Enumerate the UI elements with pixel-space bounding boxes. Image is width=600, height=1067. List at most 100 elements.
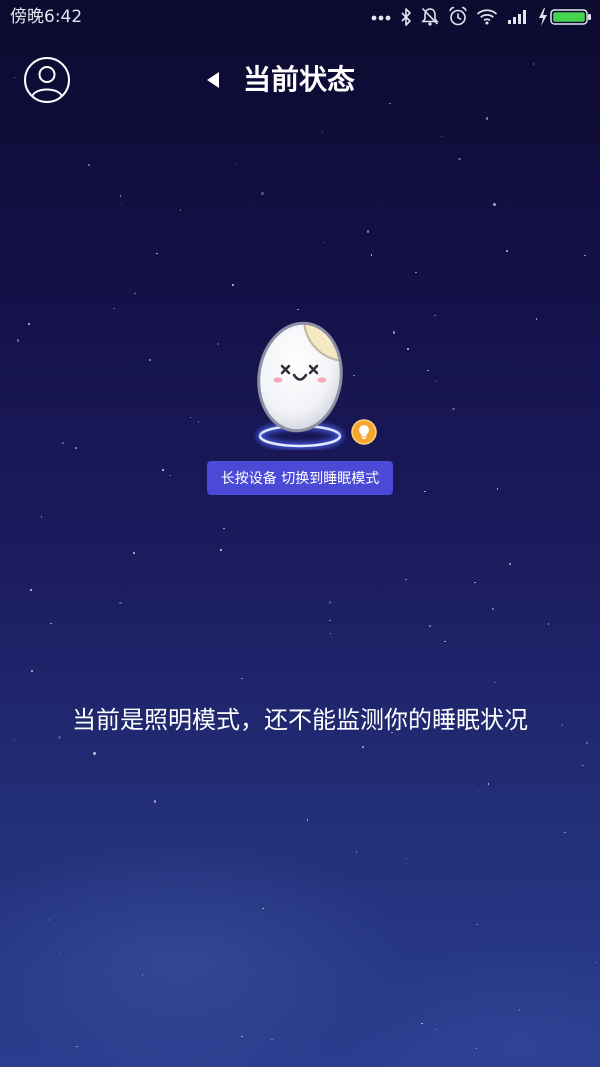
star	[428, 624, 431, 628]
star	[518, 1009, 521, 1011]
star	[262, 907, 264, 910]
star	[452, 407, 455, 411]
user-avatar-button[interactable]	[23, 56, 71, 104]
star	[16, 339, 19, 342]
star	[75, 447, 77, 449]
star	[505, 249, 509, 253]
star	[584, 254, 586, 257]
star	[189, 416, 192, 419]
star	[509, 563, 511, 565]
star	[582, 764, 584, 767]
charging-icon	[538, 8, 548, 26]
star	[119, 601, 122, 605]
star	[491, 607, 495, 611]
battery-icon	[550, 9, 592, 25]
star	[595, 961, 598, 963]
star	[389, 102, 391, 105]
star	[532, 63, 535, 65]
star	[487, 783, 490, 785]
switch-mode-hint: 长按设备 切换到睡眠模式	[207, 461, 393, 495]
star	[241, 677, 243, 680]
star	[220, 549, 222, 551]
status-message: 当前是照明模式，还不能监测你的睡眠状况	[72, 706, 528, 734]
star	[493, 203, 496, 206]
star	[535, 318, 537, 320]
star	[141, 974, 143, 976]
star	[434, 1028, 436, 1030]
star	[434, 314, 436, 317]
left-triangle-icon[interactable]	[205, 71, 221, 89]
star	[475, 1047, 478, 1050]
egg-lamp-character[interactable]	[250, 315, 360, 450]
star	[421, 1022, 423, 1025]
star	[58, 736, 61, 739]
star	[321, 130, 324, 133]
star	[474, 581, 476, 584]
star	[261, 192, 264, 195]
star	[62, 442, 64, 444]
star	[477, 789, 480, 792]
star	[232, 284, 234, 286]
star	[444, 640, 446, 643]
status-bar: 傍晚6:42	[0, 0, 600, 34]
more-notifications-icon	[371, 15, 391, 21]
star	[13, 738, 16, 741]
star	[40, 516, 43, 518]
star	[586, 742, 588, 744]
star	[355, 851, 358, 853]
star	[329, 632, 332, 635]
star	[50, 622, 52, 625]
star	[234, 162, 237, 165]
star	[366, 230, 370, 233]
lightbulb-icon	[351, 419, 377, 445]
star	[113, 307, 115, 310]
wifi-icon	[476, 8, 498, 25]
status-time: 傍晚6:42	[10, 7, 83, 27]
star	[162, 469, 164, 471]
signal-icon	[507, 9, 529, 24]
status-title-toggle[interactable]: 当前状态	[205, 60, 355, 100]
star	[322, 241, 325, 244]
notifications-muted-icon	[420, 6, 440, 27]
star	[370, 254, 373, 256]
star	[458, 157, 461, 161]
star	[93, 752, 96, 755]
star	[440, 135, 443, 138]
star	[88, 164, 90, 166]
star	[306, 819, 309, 821]
star	[133, 552, 135, 554]
star	[13, 76, 15, 79]
star	[197, 421, 200, 423]
star	[329, 619, 331, 622]
star	[271, 1038, 273, 1041]
alarm-icon	[448, 6, 468, 27]
star	[407, 348, 409, 350]
star	[434, 380, 437, 382]
star	[76, 1045, 78, 1048]
star	[547, 623, 549, 625]
star	[217, 343, 219, 345]
page-title: 当前状态	[243, 63, 356, 96]
star	[31, 670, 33, 672]
star	[179, 209, 181, 211]
star	[424, 490, 426, 493]
star	[476, 923, 478, 925]
star	[564, 831, 566, 834]
star	[485, 117, 489, 120]
star	[392, 331, 396, 334]
star	[58, 951, 61, 954]
star	[405, 578, 407, 581]
star	[362, 746, 364, 748]
star	[241, 1035, 243, 1038]
star	[297, 308, 299, 311]
star	[415, 271, 417, 274]
star	[427, 369, 429, 372]
bluetooth-icon	[400, 8, 412, 26]
star	[169, 474, 171, 477]
star	[134, 292, 136, 294]
star	[30, 589, 32, 591]
user-avatar-icon	[23, 56, 71, 104]
star	[494, 681, 496, 683]
star	[48, 919, 50, 921]
star	[28, 323, 30, 325]
